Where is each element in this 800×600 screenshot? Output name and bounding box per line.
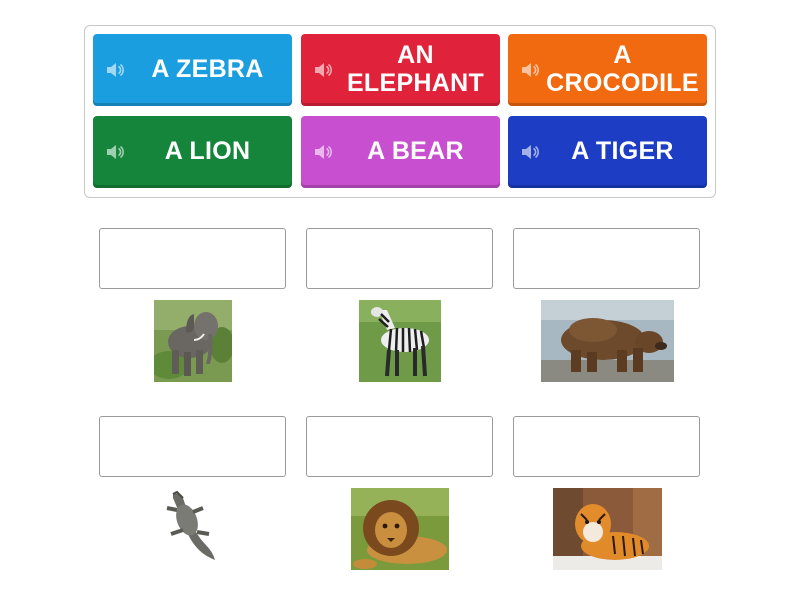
tile-a-lion[interactable]: A LION (93, 116, 292, 188)
tile-an-elephant[interactable]: AN ELEPHANT (301, 34, 500, 106)
drop-slot-zebra[interactable] (306, 228, 493, 289)
bear-picture (541, 300, 674, 382)
elephant-picture (154, 300, 232, 382)
tile-label: A TIGER (571, 136, 674, 165)
tile-label: A CROCODILE (546, 40, 699, 97)
speaker-icon[interactable] (105, 143, 125, 161)
tile-label: A LION (164, 136, 251, 165)
tile-a-bear[interactable]: A BEAR (301, 116, 500, 188)
drop-slot-tiger[interactable] (513, 416, 700, 477)
tile-a-zebra[interactable]: A ZEBRA (93, 34, 292, 106)
drop-slot-crocodile[interactable] (99, 416, 286, 477)
crocodile-picture (163, 490, 221, 565)
speaker-icon[interactable] (105, 61, 125, 79)
tile-a-crocodile[interactable]: A CROCODILE (508, 34, 707, 106)
drop-slot-bear[interactable] (513, 228, 700, 289)
lion-picture (351, 488, 449, 570)
tile-label: A BEAR (367, 136, 464, 165)
tile-label: AN ELEPHANT (346, 40, 485, 97)
tiger-picture (553, 488, 662, 570)
drop-slot-elephant[interactable] (99, 228, 286, 289)
speaker-icon[interactable] (520, 61, 540, 79)
speaker-icon[interactable] (313, 143, 333, 161)
zebra-picture (359, 300, 441, 382)
speaker-icon[interactable] (313, 61, 333, 79)
tile-a-tiger[interactable]: A TIGER (508, 116, 707, 188)
speaker-icon[interactable] (520, 143, 540, 161)
drop-slot-lion[interactable] (306, 416, 493, 477)
tile-label: A ZEBRA (151, 54, 264, 83)
